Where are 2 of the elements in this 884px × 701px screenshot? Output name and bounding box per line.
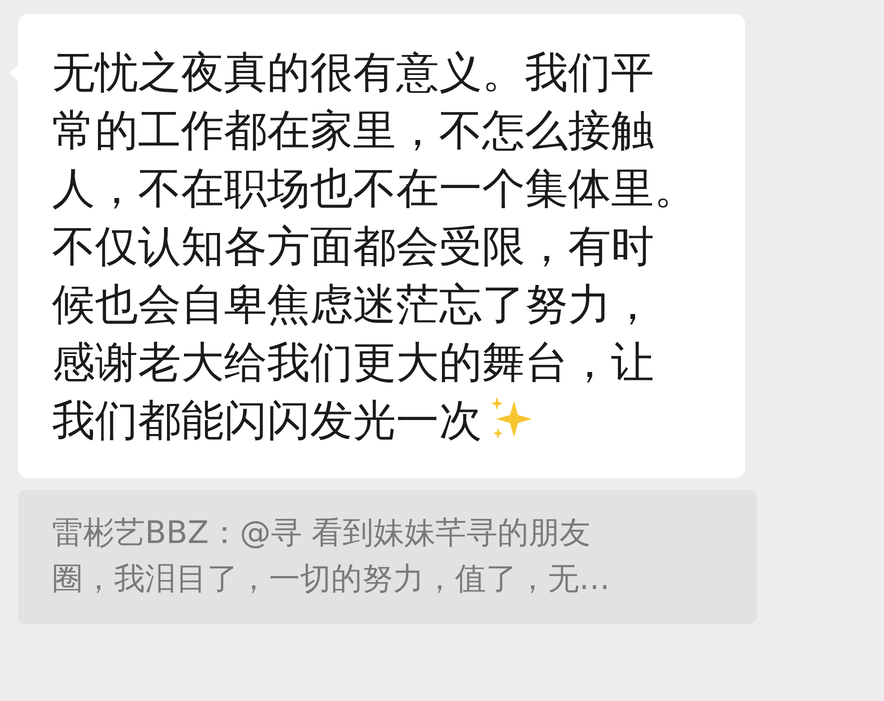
quote-text: 雷彬艺BBZ：@寻 看到妹妹芊寻的朋友 圈，我泪目了，一切的努力，值了，无… [52, 514, 611, 599]
message-text: 无忧之夜真的很有意义。我们平 常的工作都在家里，不怎么接触 人，不在职场也不在一个集体里。 不仅认知各方面都会受限，有时 候也会自卑焦虑迷茫忘了努力， 感谢老大给我们更大的舞台，让 我们都能闪闪发光一次 [52, 47, 698, 448]
